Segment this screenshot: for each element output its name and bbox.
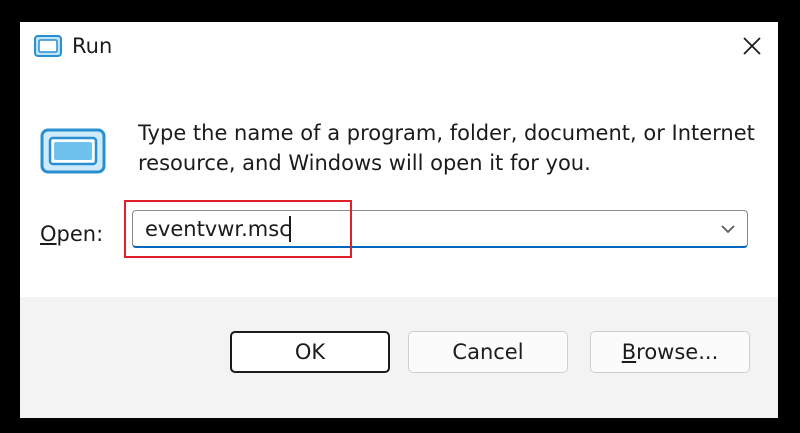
ok-button[interactable]: OK bbox=[230, 331, 390, 373]
combo-dropdown-button[interactable] bbox=[715, 217, 741, 241]
close-icon bbox=[743, 37, 761, 55]
ok-button-label: OK bbox=[294, 340, 326, 364]
run-app-icon bbox=[34, 35, 62, 57]
dialog-content: Type the name of a program, folder, docu… bbox=[20, 72, 778, 297]
chevron-down-icon bbox=[721, 225, 735, 234]
cancel-button-label: Cancel bbox=[452, 340, 524, 364]
open-combobox[interactable] bbox=[132, 210, 748, 248]
open-input[interactable] bbox=[145, 217, 705, 241]
open-label-text: pen: bbox=[56, 222, 104, 246]
browse-button-label: rowse... bbox=[636, 340, 719, 364]
run-program-icon bbox=[40, 128, 106, 174]
title-bar: Run bbox=[20, 22, 778, 72]
run-dialog: Run Type the name of a program, folder, … bbox=[20, 22, 778, 418]
cancel-button[interactable]: Cancel bbox=[408, 331, 568, 373]
window-title: Run bbox=[72, 34, 113, 58]
dialog-description: Type the name of a program, folder, docu… bbox=[138, 121, 755, 175]
open-label-mnemonic: O bbox=[40, 222, 57, 246]
browse-mnemonic: B bbox=[621, 340, 637, 364]
close-button[interactable] bbox=[730, 26, 774, 66]
text-caret bbox=[289, 216, 291, 242]
open-label: Open: bbox=[40, 222, 103, 246]
browse-button[interactable]: Browse... bbox=[590, 331, 750, 373]
button-bar: OK Cancel Browse... bbox=[20, 297, 778, 418]
